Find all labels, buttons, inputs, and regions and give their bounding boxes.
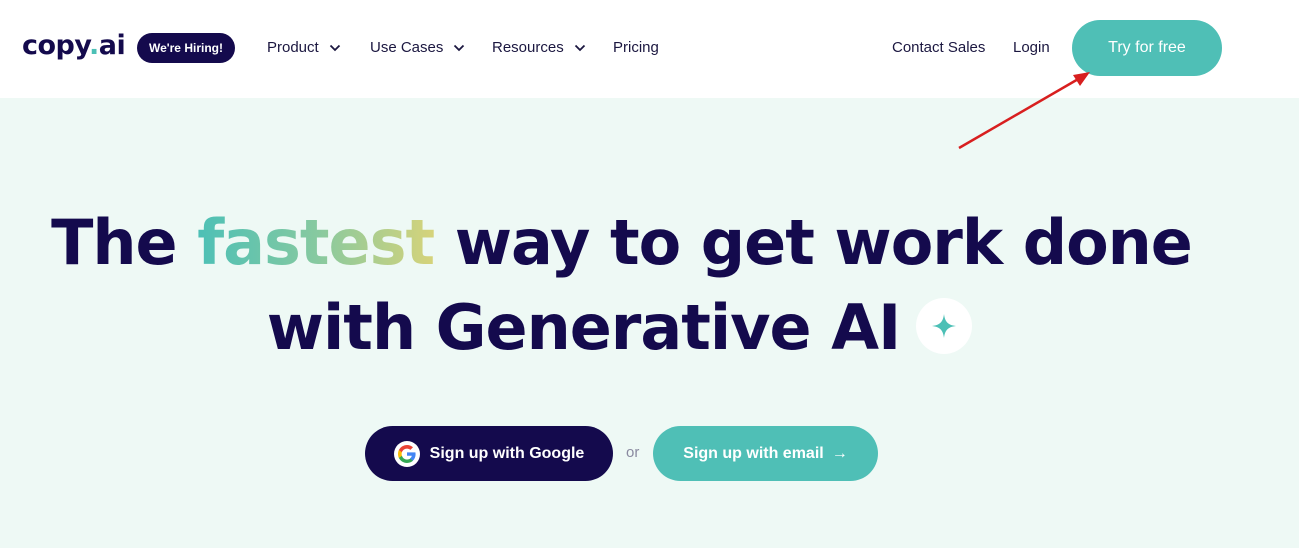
site-header: copy.ai We're Hiring! Product Use Cases … [0, 0, 1299, 98]
login-link[interactable]: Login [1013, 38, 1050, 58]
sign-up-email-button[interactable]: Sign up with email → [653, 426, 878, 481]
contact-sales-link[interactable]: Contact Sales [892, 38, 985, 58]
hero-highlight-word: fastest [197, 206, 435, 279]
hero-headline-line1: The fastest way to get work done [51, 206, 1193, 279]
nav-product[interactable]: Product [267, 38, 341, 58]
try-for-free-button[interactable]: Try for free [1072, 20, 1222, 76]
copyai-logo[interactable]: copy.ai [22, 28, 126, 64]
sparkle-icon [932, 313, 957, 338]
hiring-badge[interactable]: We're Hiring! [137, 33, 235, 63]
sparkle-badge [916, 297, 973, 354]
arrow-right-icon: → [831, 444, 848, 462]
chevron-down-icon [329, 44, 340, 52]
hero-headline-line2: with Generative AI [0, 290, 1269, 366]
nav-pricing[interactable]: Pricing [613, 38, 659, 58]
sign-up-google-button[interactable]: Sign up with Google [365, 426, 613, 481]
google-icon [393, 440, 420, 467]
nav-use-cases[interactable]: Use Cases [370, 38, 465, 58]
nav-resources[interactable]: Resources [492, 38, 586, 58]
chevron-down-icon [454, 44, 465, 52]
chevron-down-icon [574, 44, 585, 52]
or-separator: or [626, 444, 640, 461]
